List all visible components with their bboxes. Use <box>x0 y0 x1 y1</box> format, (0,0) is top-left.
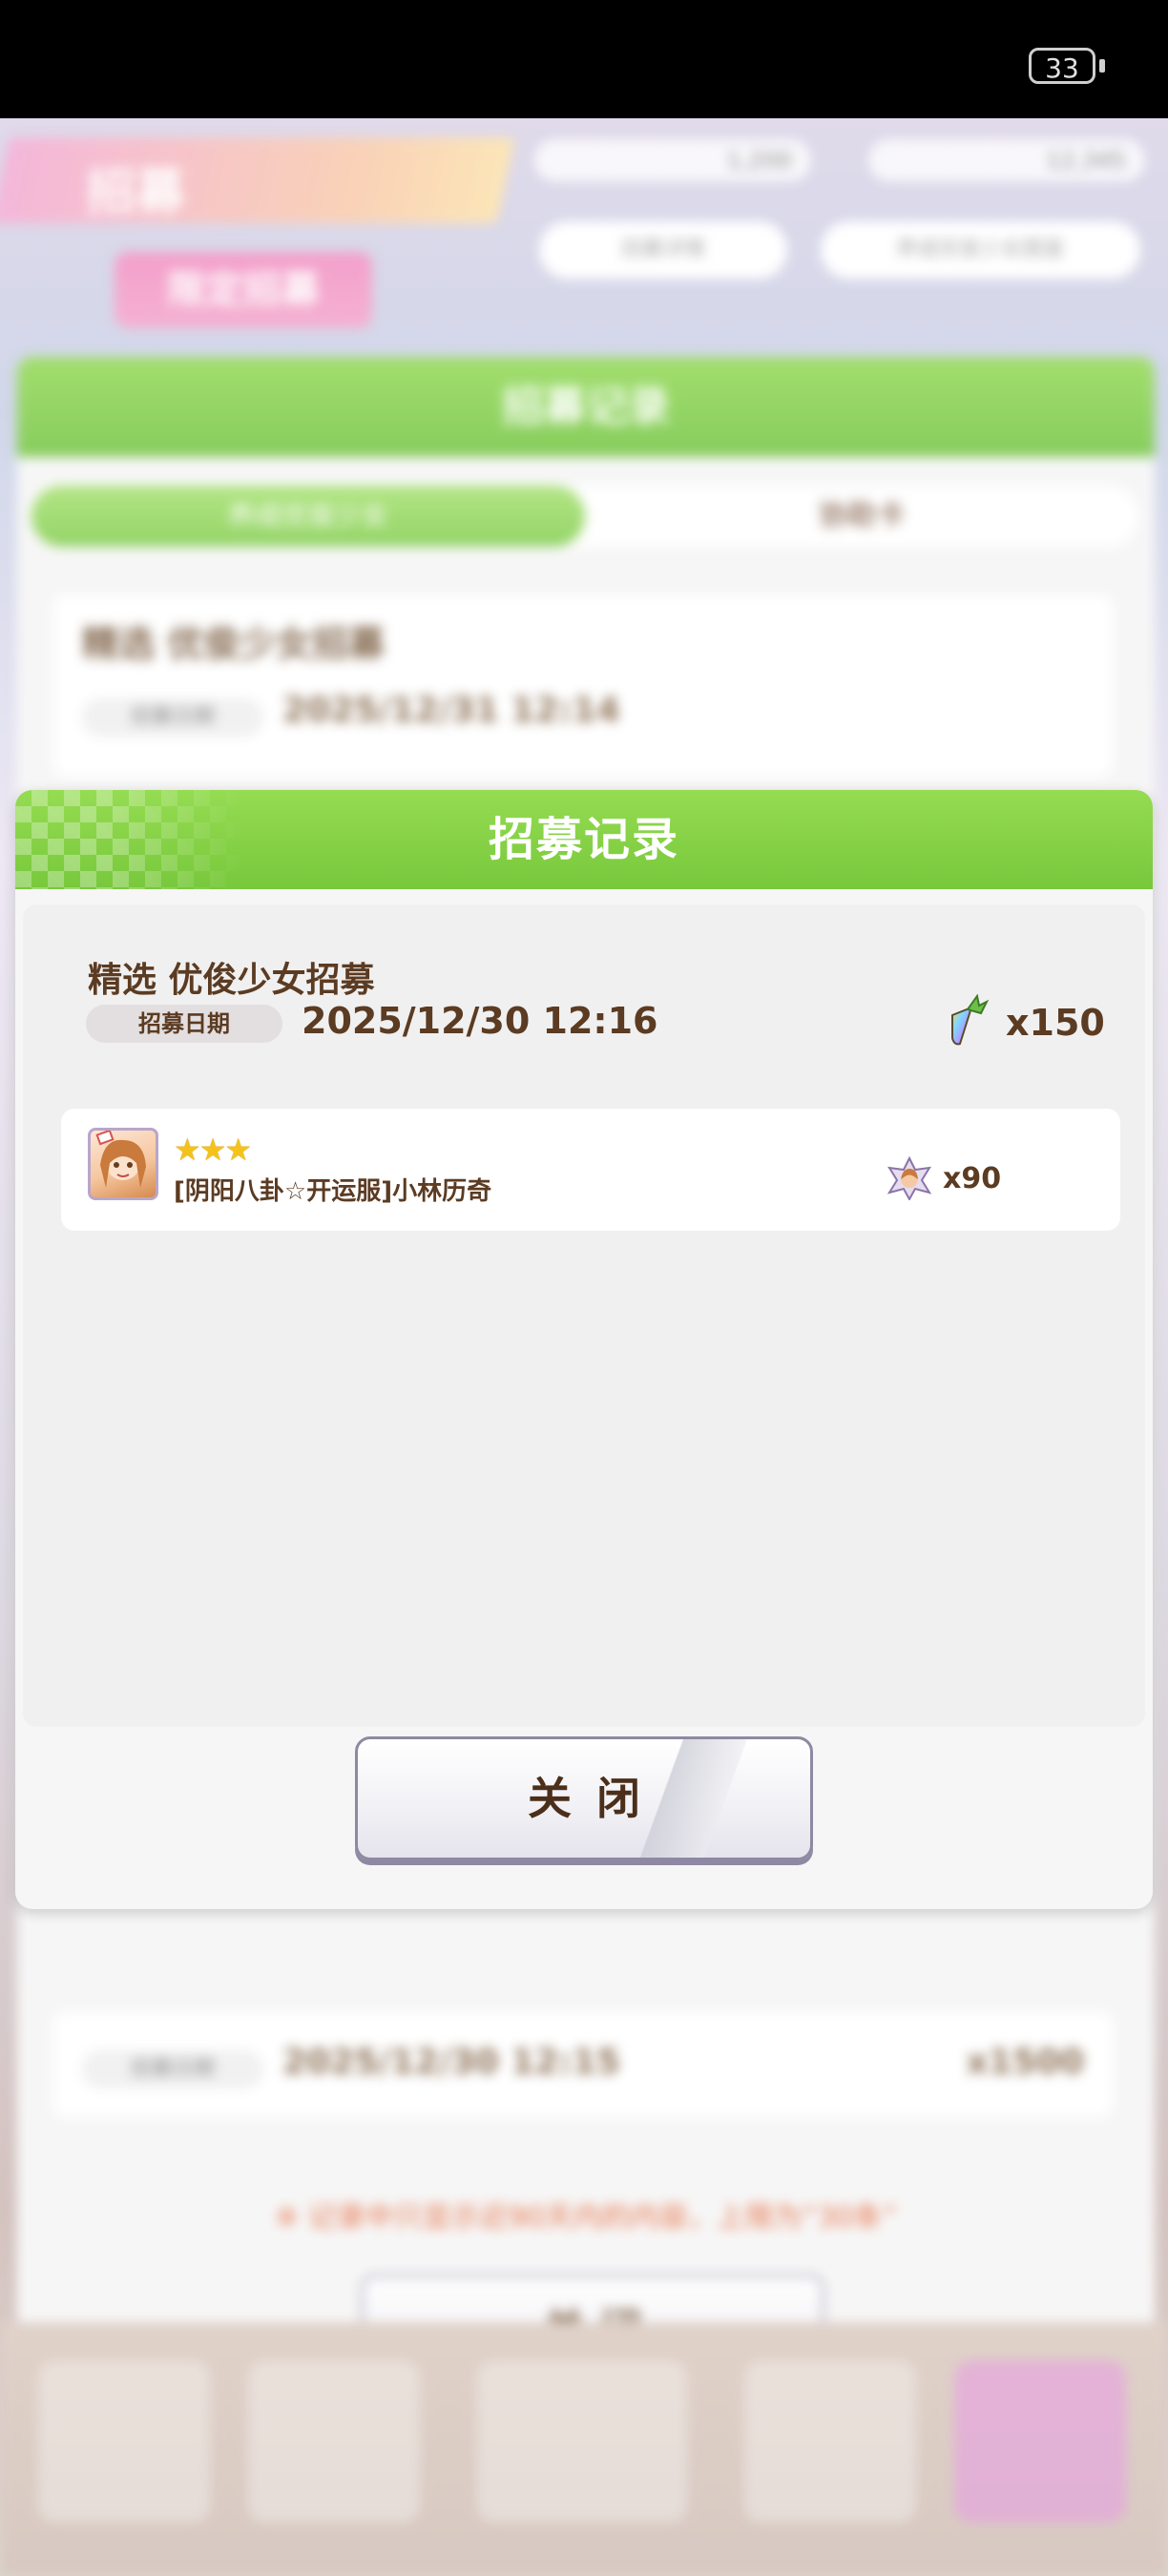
record-title: 精选 优俊少女招募 <box>88 961 375 1000</box>
record-date: 2025/12/30 12:16 <box>302 1000 658 1042</box>
character-avatar <box>88 1128 158 1200</box>
rarity-stars: ★★★ <box>174 1132 252 1168</box>
cost-amount: x150 <box>1006 1002 1105 1044</box>
result-row: ★★★ [阴阳八卦☆开运服]小林历奇 x90 <box>61 1109 1120 1231</box>
carrot-icon <box>951 993 990 1046</box>
dialog-title: 招募记录 <box>488 813 679 866</box>
battery-indicator: 33 <box>1029 48 1095 84</box>
battery-tip-icon <box>1099 59 1105 73</box>
status-bar: 33 <box>0 0 1168 118</box>
close-button-label: 关闭 <box>528 1773 665 1824</box>
piece-amount: x90 <box>943 1162 1002 1195</box>
date-label: 招募日期 <box>86 1005 282 1043</box>
dialog-content: 精选 优俊少女招募 招募日期 2025/12/30 12:16 x150 ★★★… <box>23 904 1145 1727</box>
close-button[interactable]: 关闭 <box>355 1736 813 1860</box>
character-name: [阴阳八卦☆开运服]小林历奇 <box>174 1177 492 1206</box>
recruit-history-dialog: 招募记录 精选 优俊少女招募 招募日期 2025/12/30 12:16 x15… <box>15 790 1153 1909</box>
character-piece-icon <box>887 1156 931 1200</box>
